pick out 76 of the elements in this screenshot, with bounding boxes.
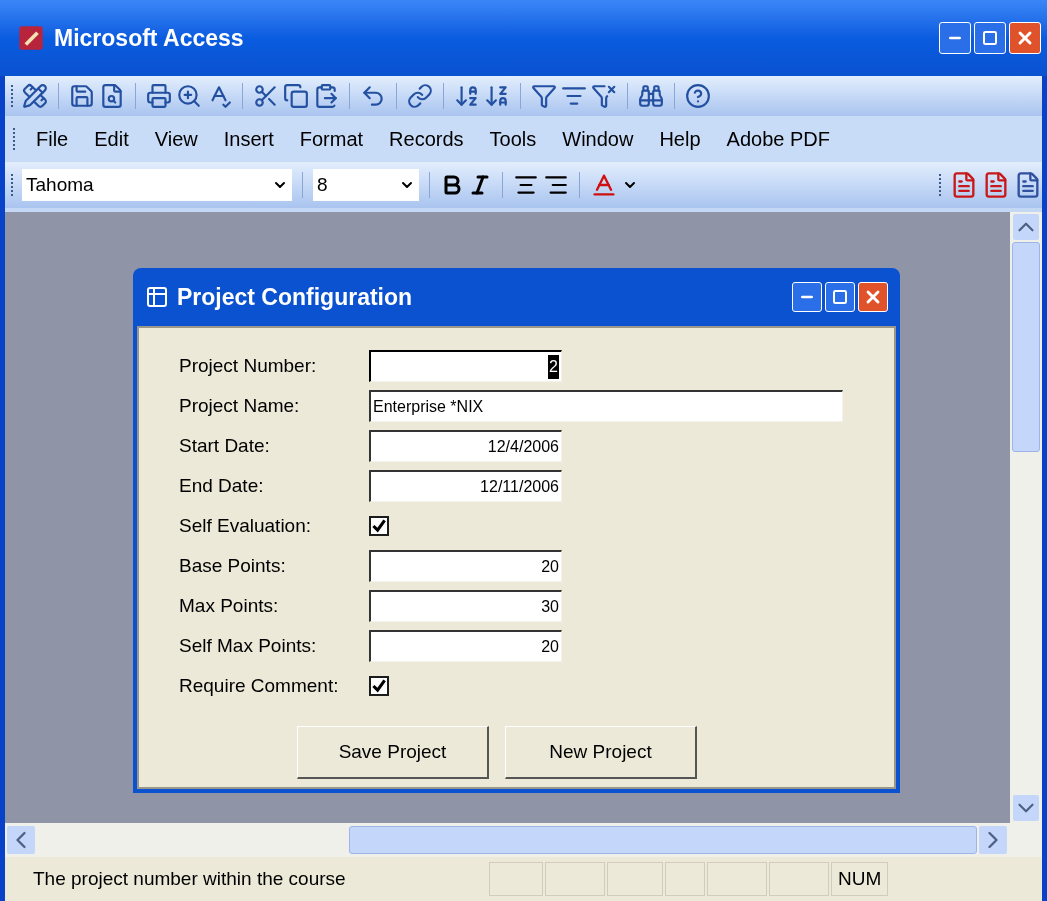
funnel-icon[interactable] [591, 83, 617, 109]
sort-ascending-icon[interactable] [454, 83, 480, 109]
status-message: The project number within the course [33, 866, 347, 891]
minimize-button[interactable] [939, 22, 971, 54]
scroll-down-icon[interactable] [1013, 795, 1039, 821]
help-icon[interactable] [685, 83, 711, 109]
checkbox[interactable] [369, 516, 389, 536]
form-button[interactable]: Save Project [297, 726, 489, 779]
menu-item[interactable]: Window [552, 124, 644, 154]
status-panel [545, 862, 605, 896]
text-field[interactable]: 2 [369, 350, 562, 382]
form-title: Project Configuration [177, 282, 414, 312]
status-panel [489, 862, 543, 896]
form-button[interactable]: New Project [505, 726, 697, 779]
sort-descending-icon[interactable] [484, 83, 510, 109]
app-icon [18, 25, 44, 51]
scroll-right-icon[interactable] [979, 826, 1007, 854]
checkbox[interactable] [369, 676, 389, 696]
field-label: Base Points: [179, 553, 287, 578]
paste-icon[interactable] [313, 83, 339, 109]
copy-icon[interactable] [283, 83, 309, 109]
font-dropdown[interactable]: Tahoma [22, 169, 292, 201]
text-field[interactable]: 12/4/2006 [369, 430, 562, 462]
status-panel [769, 862, 829, 896]
text-field[interactable]: 20 [369, 550, 562, 582]
field-label: Project Number: [179, 353, 318, 378]
vertical-scrollbar[interactable] [1010, 212, 1042, 823]
field-label: Max Points: [179, 593, 280, 618]
text-field[interactable]: 30 [369, 590, 562, 622]
print-icon[interactable] [146, 83, 172, 109]
field-label: Project Name: [179, 393, 301, 418]
menu-item[interactable]: Insert [213, 124, 284, 154]
binoculars-icon[interactable] [638, 83, 664, 109]
maximize-button[interactable] [825, 282, 855, 312]
menu-item[interactable]: Adobe PDF [716, 124, 840, 154]
close-button[interactable] [858, 282, 888, 312]
menu-item[interactable]: Help [649, 124, 711, 154]
window-title: Microsoft Access [54, 23, 245, 53]
size-dropdown[interactable]: 8 [313, 169, 419, 201]
field-label: Require Comment: [179, 673, 340, 698]
maximize-icon [832, 289, 848, 305]
scroll-thumb[interactable] [1012, 242, 1040, 452]
status-panel [665, 862, 705, 896]
menu-item[interactable]: Tools [479, 124, 547, 154]
close-button[interactable] [1009, 22, 1041, 54]
field-label: End Date: [179, 473, 265, 498]
menu-item[interactable]: Format [289, 124, 374, 154]
file-search-icon[interactable] [99, 83, 125, 109]
field-label: Start Date: [179, 433, 271, 458]
maximize-button[interactable] [974, 22, 1006, 54]
form-icon [145, 285, 169, 309]
scroll-left-icon[interactable] [7, 826, 35, 854]
cut-icon[interactable] [253, 83, 279, 109]
field-label: Self Evaluation: [179, 513, 313, 538]
text-field[interactable]: 12/11/2006 [369, 470, 562, 502]
save-icon[interactable] [69, 83, 95, 109]
num-lock-indicator: NUM [831, 862, 889, 896]
pencil-ruler-icon[interactable] [22, 83, 48, 109]
status-panel [707, 862, 767, 896]
maximize-icon [982, 30, 998, 46]
menu-item[interactable]: Records [379, 124, 474, 154]
link-icon[interactable] [407, 83, 433, 109]
minimize-button[interactable] [792, 282, 822, 312]
filter-icon[interactable] [531, 83, 557, 109]
field-label: Self Max Points: [179, 633, 318, 658]
text-field[interactable]: Enterprise *NIX [369, 390, 843, 422]
scroll-up-icon[interactable] [1013, 214, 1039, 240]
menu-item[interactable]: Edit [84, 124, 139, 154]
horizontal-scrollbar[interactable] [5, 823, 1042, 857]
undo-icon[interactable] [360, 83, 386, 109]
menu-item[interactable]: File [26, 124, 79, 154]
status-panel [607, 862, 663, 896]
zoom-icon[interactable] [176, 83, 202, 109]
text-field[interactable]: 20 [369, 630, 562, 662]
menu-item[interactable]: View [144, 124, 208, 154]
scroll-thumb[interactable] [349, 826, 977, 854]
